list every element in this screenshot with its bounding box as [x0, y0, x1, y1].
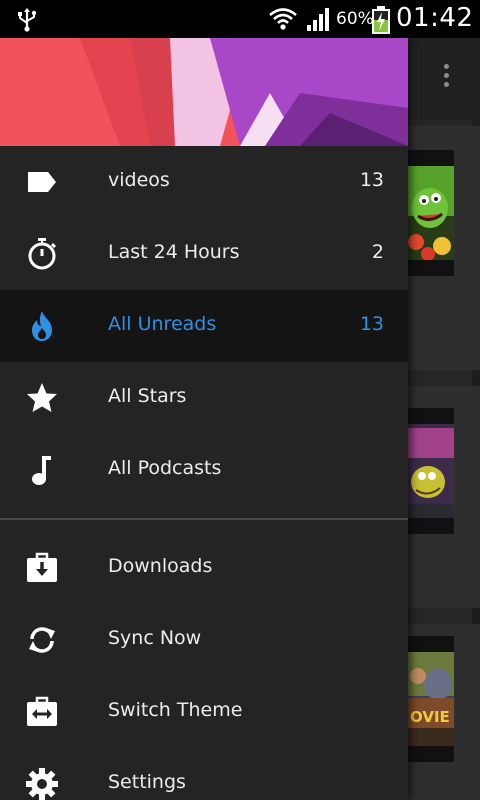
- drawer-item-switch-theme[interactable]: Switch Theme: [0, 676, 408, 748]
- drawer-item-label: Settings: [108, 771, 186, 793]
- tag-icon: [24, 164, 60, 200]
- drawer-item-all-stars[interactable]: All Stars: [0, 362, 408, 434]
- drawer-item-label: Sync Now: [108, 627, 202, 649]
- star-icon: [24, 380, 60, 416]
- sync-icon: [24, 622, 60, 658]
- unread-count: 13: [359, 169, 384, 191]
- switch-theme-icon: [24, 694, 60, 730]
- drawer-item-label: All Stars: [108, 385, 187, 407]
- drawer-item-downloads[interactable]: Downloads: [0, 532, 408, 604]
- drawer-item-label: All Podcasts: [108, 457, 222, 479]
- background-feed-card[interactable]: OVIE: [408, 624, 480, 800]
- gear-icon: [24, 766, 60, 800]
- unread-count: 2: [371, 241, 384, 263]
- overflow-menu-icon[interactable]: [436, 64, 456, 100]
- usb-icon: [16, 7, 38, 37]
- drawer-item-sync-now[interactable]: Sync Now: [0, 604, 408, 676]
- music-note-icon: [24, 452, 60, 488]
- battery-percent: 60%: [336, 9, 374, 29]
- stopwatch-icon: [24, 236, 60, 272]
- flame-icon: [24, 308, 60, 344]
- drawer-item-all-podcasts[interactable]: All Podcasts: [0, 434, 408, 506]
- svg-text:OVIE: OVIE: [410, 708, 450, 726]
- drawer-item-label: All Unreads: [108, 313, 217, 335]
- drawer-header-image: [0, 38, 408, 146]
- drawer-item-label: Switch Theme: [108, 699, 243, 721]
- drawer-item-label: videos: [108, 169, 170, 191]
- drawer-item-all-unreads[interactable]: All Unreads 13: [0, 290, 408, 362]
- drawer-divider: [0, 518, 408, 520]
- background-feed-thumbnail: [408, 150, 454, 276]
- drawer-item-label: Downloads: [108, 555, 213, 577]
- status-bar: 60% 01:42: [0, 0, 480, 38]
- wifi-icon: [268, 6, 298, 36]
- clock: 01:42: [396, 3, 474, 33]
- background-feed-thumbnail: OVIE: [408, 636, 454, 762]
- background-feed-card[interactable]: [408, 386, 480, 608]
- unread-count: 13: [359, 313, 384, 335]
- drawer-item-videos[interactable]: videos 13: [0, 146, 408, 218]
- background-feed-card[interactable]: [408, 126, 480, 370]
- drawer-item-settings[interactable]: Settings: [0, 748, 408, 800]
- drawer-item-last-24-hours[interactable]: Last 24 Hours 2: [0, 218, 408, 290]
- signal-icon: [306, 7, 332, 35]
- drawer-item-label: Last 24 Hours: [108, 241, 240, 263]
- battery-charging-icon: [371, 6, 391, 38]
- background-feed-thumbnail: [408, 408, 454, 534]
- download-briefcase-icon: [24, 550, 60, 586]
- navigation-drawer: videos 13 Last 24 Hours 2 All Unreads 13: [0, 38, 408, 800]
